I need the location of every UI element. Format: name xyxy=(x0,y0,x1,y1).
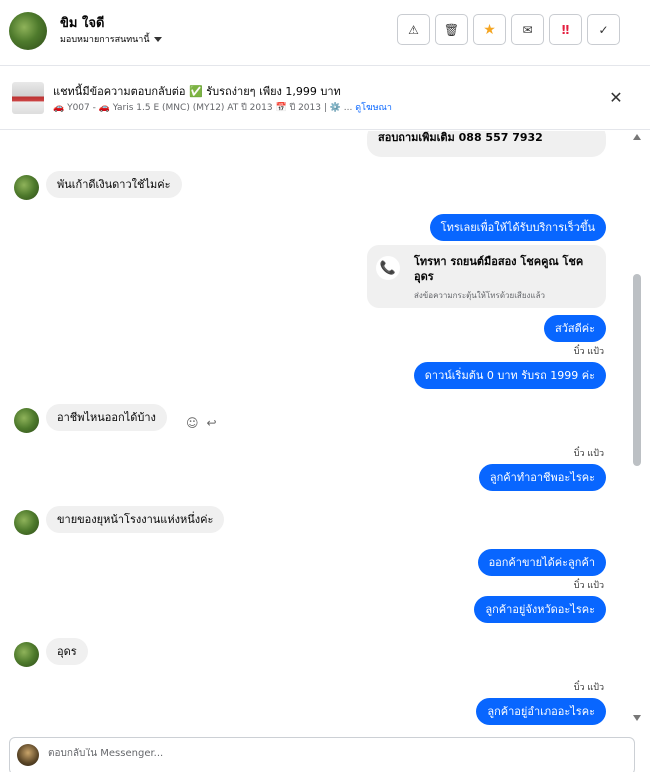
call-card-subtitle: ส่งข้อความกระตุ้นให้โทรด้วยเสียงแล้ว xyxy=(414,291,545,300)
contact-avatar[interactable] xyxy=(14,175,39,200)
star-icon: ★ xyxy=(483,21,496,38)
message-bubble-outgoing: ลูกค้าทำอาชีพอะไรคะ xyxy=(478,464,606,491)
assign-conversation-dropdown[interactable]: มอบหมายการสนทนานี้ xyxy=(60,32,162,46)
envelope-icon: ✉ xyxy=(522,22,533,37)
thread-scrollbar[interactable] xyxy=(631,131,643,731)
phone-icon: 📞 xyxy=(376,256,400,280)
contact-name[interactable]: ขิม ใจดี xyxy=(60,12,104,33)
read-receipt: บิ๋ว แป้ว xyxy=(573,581,604,591)
header-actions: ⚠ 🗑 ★ ✉ ‼ ✓ xyxy=(397,14,620,45)
message-bubble-incoming: ขายของยุหน้าโรงงานแห่งหนึ่งค่ะ xyxy=(46,506,225,533)
view-ad-link[interactable]: ดูโฆษณา xyxy=(355,103,392,113)
scroll-down-arrow-icon[interactable] xyxy=(633,715,641,721)
car-thumbnail xyxy=(12,82,44,114)
banner-subtitle: 🚗 Y007 - 🚗 Yaris 1.5 E (MNC) (MY12) AT ป… xyxy=(53,100,392,114)
call-card-title: โทรหา รถยนต์มือสอง โชคคูณ โชค อุดร xyxy=(414,255,584,283)
caret-down-icon xyxy=(153,36,162,42)
warning-icon: ⚠ xyxy=(408,22,419,37)
read-receipt: บิ๋ว แป้ว xyxy=(573,347,604,357)
conversation-header: ขิม ใจดี มอบหมายการสนทนานี้ ⚠ 🗑 ★ ✉ ‼ ✓ xyxy=(0,0,650,66)
read-receipt: บิ๋ว แป้ว xyxy=(573,683,604,693)
follow-up-button[interactable]: ‼ xyxy=(549,14,582,45)
contact-avatar[interactable] xyxy=(14,510,39,535)
banner-title: แชทนี้มีข้อความตอบกลับต่อ ✅ รับรถง่ายๆ เ… xyxy=(53,85,341,98)
contact-avatar[interactable] xyxy=(14,642,39,667)
star-button[interactable]: ★ xyxy=(473,14,506,45)
call-request-card[interactable]: 📞 โทรหา รถยนต์มือสอง โชคคูณ โชค อุดร ส่ง… xyxy=(367,245,606,308)
message-text: สอบถามเพิ่มเติม 088 557 7932 xyxy=(378,131,543,144)
message-bubble-outgoing: สวัสดีค่ะ xyxy=(543,315,606,342)
message-bubble-outgoing: ลูกค้าอยู่อำเภออะไรคะ xyxy=(476,698,606,725)
read-receipt: บิ๋ว แป้ว xyxy=(573,449,604,459)
mark-done-button[interactable]: ✓ xyxy=(587,14,620,45)
message-bubble-incoming: พันเก้าดีเงินดาวใช้ไมค่ะ xyxy=(46,171,182,198)
emoji-react-icon[interactable]: ☺ xyxy=(186,416,199,430)
mark-unread-button[interactable]: ✉ xyxy=(511,14,544,45)
mark-spam-button[interactable]: ⚠ xyxy=(397,14,430,45)
message-bubble-incoming: อาชีพไหนออกได้บ้าง xyxy=(46,404,167,431)
exclamation-icon: ‼ xyxy=(561,22,570,37)
close-icon[interactable]: ✕ xyxy=(608,88,624,107)
reply-icon[interactable]: ↩ xyxy=(207,416,217,430)
reply-composer xyxy=(9,737,635,772)
contact-avatar[interactable] xyxy=(9,12,47,50)
scrollbar-thumb[interactable] xyxy=(633,274,641,466)
assign-label: มอบหมายการสนทนานี้ xyxy=(60,35,150,45)
message-bubble-outgoing: โทรเลยเพื่อให้ได้รับบริการเร็วขึ้น xyxy=(429,214,606,241)
message-bubble-incoming: อุดร xyxy=(46,638,88,665)
message-bubble-incoming: สอบถามเพิ่มเติม 088 557 7932 xyxy=(367,131,606,157)
reply-input[interactable] xyxy=(48,748,608,759)
delete-button[interactable]: 🗑 xyxy=(435,14,468,45)
contact-avatar[interactable] xyxy=(14,408,39,433)
message-bubble-outgoing: ออกค้าขายได้ค่ะลูกค้า xyxy=(477,549,606,576)
trash-icon: 🗑 xyxy=(443,22,460,37)
message-bubble-outgoing: ลูกค้าอยู่จังหวัดอะไรคะ xyxy=(474,596,606,623)
ad-context-banner: แชทนี้มีข้อความตอบกลับต่อ ✅ รับรถง่ายๆ เ… xyxy=(0,67,650,130)
page-avatar xyxy=(17,744,39,766)
message-actions: ☺ ↩ xyxy=(186,416,217,430)
message-bubble-outgoing: ดาวน์เริ่มต้น 0 บาท รับรถ 1999 ค่ะ xyxy=(413,362,606,389)
check-icon: ✓ xyxy=(598,22,609,37)
message-thread[interactable]: สอบถามเพิ่มเติม 088 557 7932 พันเก้าดีเง… xyxy=(0,131,650,733)
banner-details: 🚗 Y007 - 🚗 Yaris 1.5 E (MNC) (MY12) AT ป… xyxy=(53,103,353,113)
scroll-up-arrow-icon[interactable] xyxy=(633,134,641,140)
